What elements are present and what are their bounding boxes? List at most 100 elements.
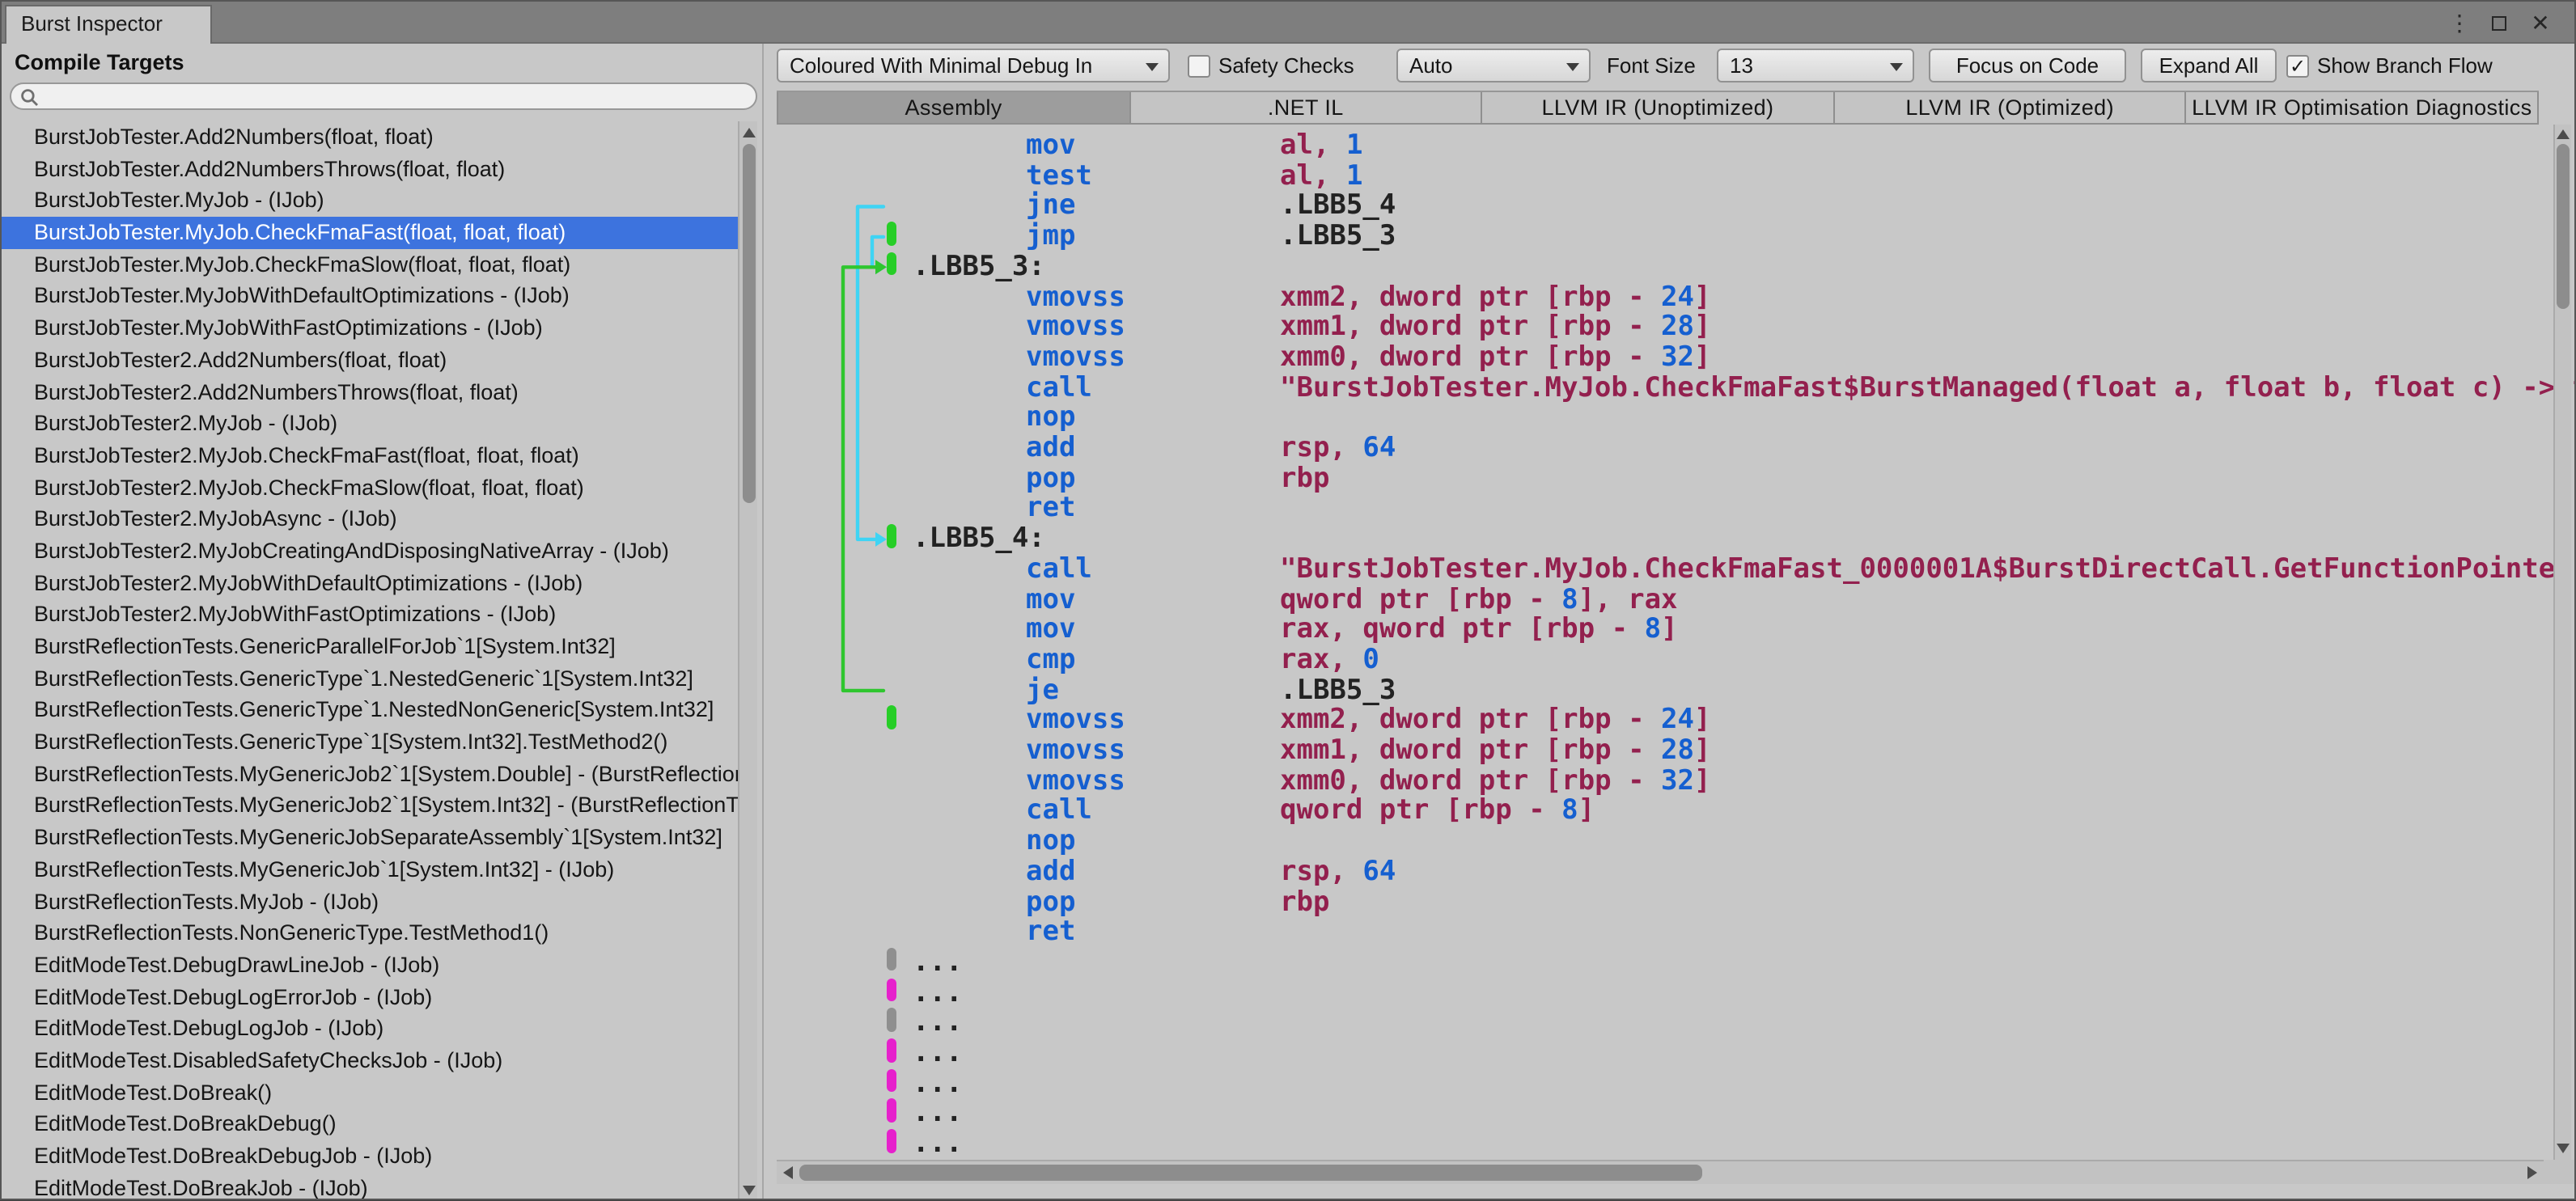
- compile-target-item[interactable]: EditModeTest.DoBreakDebugJob - (IJob): [2, 1140, 738, 1172]
- asm-token: rax: [1280, 643, 1330, 676]
- safety-checks-checkbox[interactable]: [1188, 55, 1210, 78]
- compile-target-item[interactable]: BurstJobTester.MyJobWithDefaultOptimizat…: [2, 281, 738, 312]
- asm-token: [: [1511, 613, 1545, 646]
- code-hscrollbar-thumb[interactable]: [799, 1165, 1702, 1181]
- asm-token: [: [1528, 764, 1562, 797]
- targets-scrollbar[interactable]: [738, 121, 757, 1199]
- asm-collapsed-line[interactable]: ...: [777, 947, 2574, 978]
- compile-target-item[interactable]: EditModeTest.DisabledSafetyChecksJob - (…: [2, 1045, 738, 1076]
- compile-target-item[interactable]: BurstReflectionTests.MyGenericJobSeparat…: [2, 822, 738, 853]
- tab-llvm-ir-unoptimized[interactable]: LLVM IR (Unoptimized): [1482, 92, 1835, 123]
- asm-token: rax: [1280, 613, 1330, 646]
- compile-target-item[interactable]: BurstReflectionTests.GenericType`1.Neste…: [2, 662, 738, 694]
- code-hscrollbar[interactable]: [777, 1160, 2544, 1184]
- asm-operands: xmm0, dword ptr [rbp - 32]: [1280, 766, 1711, 796]
- asm-collapsed-line[interactable]: ...: [777, 1068, 2574, 1098]
- compile-target-item[interactable]: EditModeTest.DebugDrawLineJob - (IJob): [2, 949, 738, 981]
- tab-net-il[interactable]: .NET IL: [1130, 92, 1483, 123]
- compile-target-item[interactable]: EditModeTest.DoBreakJob - (IJob): [2, 1172, 738, 1199]
- compile-target-item[interactable]: BurstJobTester.Add2Numbers(float, float): [2, 121, 738, 153]
- show-branch-flow-checkbox[interactable]: [2286, 55, 2309, 78]
- scroll-left-icon[interactable]: [783, 1166, 793, 1179]
- asm-instruction-line: je .LBB5_3: [777, 675, 2574, 705]
- asm-token: 8: [1561, 794, 1578, 827]
- asm-token: -: [1611, 704, 1662, 737]
- compile-target-item[interactable]: EditModeTest.DoBreakDebug(): [2, 1109, 738, 1140]
- compile-target-item[interactable]: EditModeTest.DebugLogJob - (IJob): [2, 1013, 738, 1045]
- compile-target-item[interactable]: BurstJobTester.MyJob.CheckFmaSlow(float,…: [2, 249, 738, 281]
- scroll-down-icon[interactable]: [743, 1186, 756, 1195]
- compile-target-item[interactable]: EditModeTest.DoBreak(): [2, 1076, 738, 1108]
- asm-token: ]: [1694, 340, 1711, 374]
- scroll-right-icon[interactable]: [2527, 1166, 2537, 1179]
- code-vscrollbar-thumb[interactable]: [2557, 144, 2570, 309]
- search-input[interactable]: [44, 84, 739, 108]
- focus-on-code-button[interactable]: Focus on Code: [1929, 49, 2126, 82]
- maximize-icon[interactable]: [2481, 2, 2516, 44]
- compile-target-item[interactable]: BurstReflectionTests.GenericType`1[Syste…: [2, 726, 738, 758]
- tab-llvm-ir-optimisation-diagnostics[interactable]: LLVM IR Optimisation Diagnostics: [2186, 92, 2539, 123]
- asm-instruction-line: vmovss xmm1, dword ptr [rbp - 28]: [777, 312, 2574, 342]
- font-size-dropdown[interactable]: 13: [1717, 49, 1914, 82]
- asm-collapsed-line[interactable]: ...: [777, 1008, 2574, 1038]
- targets-scrollbar-thumb[interactable]: [742, 144, 755, 503]
- compile-target-item[interactable]: BurstReflectionTests.MyJob - (IJob): [2, 886, 738, 917]
- compile-target-item[interactable]: BurstJobTester2.MyJobWithFastOptimizatio…: [2, 599, 738, 631]
- scroll-up-icon[interactable]: [743, 128, 756, 137]
- asm-token: qword: [1280, 794, 1363, 827]
- asm-operands: xmm1, dword ptr [rbp - 28]: [1280, 312, 1711, 342]
- compile-target-item[interactable]: BurstJobTester.MyJobWithFastOptimization…: [2, 312, 738, 344]
- window-menu-icon[interactable]: ⋮: [2442, 2, 2477, 44]
- expand-all-label: Expand All: [2159, 53, 2259, 78]
- compile-target-item[interactable]: BurstReflectionTests.MyGenericJob2`1[Sys…: [2, 790, 738, 822]
- asm-collapsed-line[interactable]: ...: [777, 1098, 2574, 1129]
- asm-token: rbp: [1561, 311, 1612, 344]
- asm-token: 1: [1345, 129, 1363, 162]
- compile-target-item[interactable]: BurstJobTester2.MyJob.CheckFmaSlow(float…: [2, 472, 738, 503]
- expand-all-button[interactable]: Expand All: [2141, 49, 2277, 82]
- compile-target-item[interactable]: BurstJobTester2.MyJobWithDefaultOptimiza…: [2, 567, 738, 598]
- asm-instruction-line: ret: [777, 917, 2574, 947]
- compile-target-item[interactable]: BurstJobTester2.MyJob.CheckFmaFast(float…: [2, 440, 738, 472]
- close-icon[interactable]: ✕: [2523, 2, 2558, 44]
- compile-target-item[interactable]: BurstJobTester2.MyJob - (IJob): [2, 408, 738, 439]
- asm-collapsed-line[interactable]: ...: [777, 1038, 2574, 1068]
- tab-assembly[interactable]: Assembly: [777, 92, 1131, 123]
- compile-target-item[interactable]: EditModeTest.DebugLogErrorJob - (IJob): [2, 981, 738, 1013]
- code-generation-dropdown[interactable]: Coloured With Minimal Debug In: [777, 49, 1170, 82]
- compile-target-item[interactable]: BurstJobTester2.MyJobCreatingAndDisposin…: [2, 535, 738, 567]
- asm-token: xmm1: [1280, 734, 1346, 767]
- asm-token: ,: [1345, 704, 1379, 737]
- compile-target-item[interactable]: BurstReflectionTests.GenericType`1.Neste…: [2, 695, 738, 726]
- asm-token: ]: [1694, 734, 1711, 767]
- compile-target-item[interactable]: BurstJobTester.Add2NumbersThrows(float, …: [2, 153, 738, 184]
- scroll-up-icon[interactable]: [2557, 129, 2570, 139]
- panel-divider[interactable]: [762, 44, 764, 1199]
- compile-targets-title: Compile Targets: [15, 50, 184, 74]
- asm-collapsed-line[interactable]: ...: [777, 978, 2574, 1008]
- asm-token: -: [1611, 764, 1662, 797]
- view-tabbar: Assembly .NET IL LLVM IR (Unoptimized) LLVM…: [777, 91, 2539, 125]
- compile-target-item[interactable]: BurstJobTester2.Add2Numbers(float, float…: [2, 345, 738, 376]
- code-vscrollbar[interactable]: [2553, 125, 2571, 1160]
- compile-target-item[interactable]: BurstJobTester2.Add2NumbersThrows(float,…: [2, 376, 738, 408]
- compile-target-item[interactable]: BurstJobTester.MyJob.CheckFmaFast(float,…: [2, 217, 738, 249]
- window-tab-burst-inspector[interactable]: Burst Inspector: [5, 5, 212, 44]
- safety-checks-mode-dropdown[interactable]: Auto: [1396, 49, 1591, 82]
- compile-target-item[interactable]: BurstReflectionTests.MyGenericJob2`1[Sys…: [2, 759, 738, 790]
- compile-target-item[interactable]: BurstReflectionTests.MyGenericJob`1[Syst…: [2, 854, 738, 886]
- asm-instruction-line: call "BurstJobTester.MyJob.CheckFmaFast$B…: [777, 372, 2574, 403]
- asm-token: [1462, 341, 1479, 374]
- asm-collapsed-line[interactable]: ...: [777, 1129, 2574, 1159]
- asm-token: ptr: [1462, 613, 1512, 646]
- compile-target-item[interactable]: BurstReflectionTests.GenericParallelForJ…: [2, 631, 738, 662]
- asm-token: 32: [1661, 340, 1694, 374]
- tab-llvm-ir-optimized[interactable]: LLVM IR (Optimized): [1834, 92, 2187, 123]
- compile-target-item[interactable]: BurstJobTester.MyJob - (IJob): [2, 185, 738, 217]
- search-box[interactable]: [10, 82, 757, 110]
- asm-mnemonic: add: [1026, 855, 1076, 888]
- safety-checks-label: Safety Checks: [1218, 53, 1354, 78]
- compile-target-item[interactable]: BurstJobTester2.MyJobAsync - (IJob): [2, 504, 738, 535]
- compile-target-item[interactable]: BurstReflectionTests.NonGenericType.Test…: [2, 917, 738, 949]
- scroll-down-icon[interactable]: [2557, 1144, 2570, 1153]
